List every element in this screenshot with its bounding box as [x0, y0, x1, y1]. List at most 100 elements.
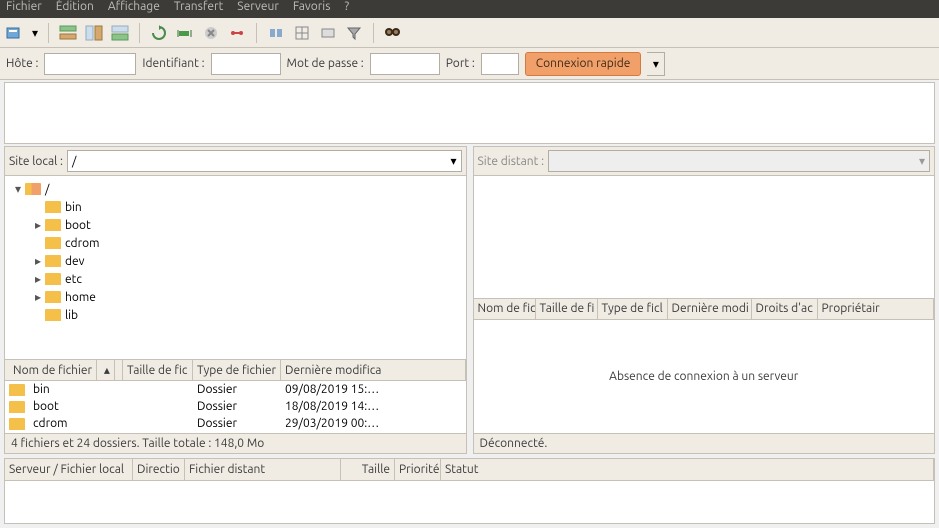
menu-file[interactable]: Fichier: [6, 0, 42, 13]
disconnect-icon[interactable]: [226, 22, 248, 44]
tree-item[interactable]: ▾/: [7, 180, 464, 198]
port-input[interactable]: [481, 53, 519, 75]
tree-label: dev: [65, 255, 85, 268]
tree-label: home: [65, 291, 96, 304]
remote-tree: [474, 176, 935, 298]
menubar: Fichier Édition Affichage Transfert Serv…: [0, 0, 939, 18]
filename: boot: [29, 400, 63, 413]
menu-bookmarks[interactable]: Favoris: [293, 0, 331, 13]
toggle-tree-icon[interactable]: [83, 22, 105, 44]
tree-label: bin: [65, 201, 82, 214]
toggle-log-icon[interactable]: [57, 22, 79, 44]
local-path-value: /: [72, 155, 76, 168]
toggle-queue-icon[interactable]: [109, 22, 131, 44]
site-manager-drop-icon[interactable]: ▾: [30, 22, 40, 44]
tree-label: cdrom: [65, 237, 99, 250]
transfer-queue: Serveur / Fichier local Directio Fichier…: [4, 458, 935, 524]
compare-icon[interactable]: [291, 22, 313, 44]
expand-icon[interactable]: ▸: [31, 254, 45, 268]
port-label: Port :: [446, 57, 475, 70]
tree-label: lib: [65, 309, 78, 322]
filename: cdrom: [29, 417, 71, 430]
remote-path-combo: ▾: [548, 150, 930, 172]
tree-item[interactable]: lib: [7, 306, 464, 324]
search-icon[interactable]: [382, 22, 404, 44]
filedate: 09/08/2019 15:…: [281, 383, 466, 396]
menu-edit[interactable]: Édition: [56, 0, 94, 13]
tree-label: /: [45, 183, 49, 196]
folder-icon: [9, 418, 25, 430]
reconnect-icon[interactable]: [265, 22, 287, 44]
menu-help[interactable]: ?: [344, 0, 349, 13]
col-filename[interactable]: Nom de fichier ▴: [5, 360, 123, 380]
tree-label: etc: [65, 273, 82, 286]
tree-item[interactable]: ▸ etc: [7, 270, 464, 288]
tree-item[interactable]: cdrom: [7, 234, 464, 252]
col-type[interactable]: Type de fichier: [193, 360, 281, 380]
col-size[interactable]: Taille de fi: [536, 299, 598, 319]
menu-server[interactable]: Serveur: [237, 0, 279, 13]
pass-input[interactable]: [370, 53, 440, 75]
col-size[interactable]: Taille: [341, 459, 395, 480]
list-item[interactable]: cdrom Dossier29/03/2019 00:…: [5, 415, 466, 432]
expand-icon[interactable]: ▸: [31, 218, 45, 232]
col-remote-file[interactable]: Fichier distant: [185, 459, 341, 480]
quickconnect-button[interactable]: Connexion rapide: [525, 52, 642, 76]
col-priority[interactable]: Priorité: [395, 459, 441, 480]
tree-item[interactable]: ▸ boot: [7, 216, 464, 234]
local-pane: Site local : / ▾ ▾/bin▸bootcdrom▸dev▸etc…: [4, 146, 467, 454]
list-item[interactable]: binDossier09/08/2019 15:…: [5, 381, 466, 398]
col-type[interactable]: Type de ficl: [598, 299, 668, 319]
cancel-icon[interactable]: [200, 22, 222, 44]
tree-label: boot: [65, 219, 91, 232]
tree-item[interactable]: bin: [7, 198, 464, 216]
col-direction[interactable]: Directio: [133, 459, 185, 480]
user-input[interactable]: [211, 53, 281, 75]
col-status[interactable]: Statut: [441, 459, 934, 480]
filename: bin: [29, 383, 54, 396]
local-path-combo[interactable]: / ▾: [67, 150, 462, 172]
col-modified[interactable]: Dernière modi: [668, 299, 752, 319]
col-modified[interactable]: Dernière modifica: [281, 360, 466, 380]
filter-icon[interactable]: [343, 22, 365, 44]
menu-transfer[interactable]: Transfert: [174, 0, 223, 13]
site-manager-icon[interactable]: [4, 22, 26, 44]
expand-icon[interactable]: ▸: [31, 290, 45, 304]
queue-body[interactable]: [5, 481, 934, 523]
filetype: Dossier: [193, 400, 281, 413]
sync-browse-icon[interactable]: [317, 22, 339, 44]
host-label: Hôte :: [6, 57, 38, 70]
expand-icon[interactable]: ▸: [31, 272, 45, 286]
host-input[interactable]: [44, 53, 136, 75]
filetype: Dossier: [193, 417, 281, 430]
tree-item[interactable]: ▸ home: [7, 288, 464, 306]
list-item[interactable]: bootDossier18/08/2019 14:…: [5, 398, 466, 415]
local-list[interactable]: binDossier09/08/2019 15:…bootDossier18/0…: [5, 381, 466, 433]
user-label: Identifiant :: [142, 57, 204, 70]
remote-pane: Site distant : ▾ Nom de fic Taille de fi…: [473, 146, 936, 454]
toolbar: ▾: [0, 18, 939, 48]
filedate: 29/03/2019 00:…: [281, 417, 466, 430]
menu-view[interactable]: Affichage: [108, 0, 160, 13]
process-queue-icon[interactable]: [174, 22, 196, 44]
expand-icon[interactable]: ▾: [11, 182, 25, 196]
folder-icon: [45, 291, 61, 303]
message-log[interactable]: [4, 82, 935, 144]
pass-label: Mot de passe :: [287, 57, 364, 70]
quickconnect-history-icon[interactable]: ▾: [647, 52, 665, 76]
tree-item[interactable]: ▸ dev: [7, 252, 464, 270]
col-size[interactable]: Taille de fic: [123, 360, 193, 380]
chevron-down-icon: ▾: [919, 154, 925, 168]
col-server[interactable]: Serveur / Fichier local: [5, 459, 133, 480]
refresh-icon[interactable]: [148, 22, 170, 44]
remote-site-label: Site distant :: [478, 155, 545, 168]
col-perms[interactable]: Droits d'ac: [752, 299, 818, 319]
folder-icon: [9, 401, 25, 413]
folder-icon: [9, 384, 25, 396]
folder-icon: [45, 201, 61, 213]
local-status: 4 fichiers et 24 dossiers. Taille totale…: [5, 433, 466, 453]
local-tree[interactable]: ▾/bin▸bootcdrom▸dev▸etc▸homelib: [5, 176, 466, 359]
col-filename[interactable]: Nom de fic: [474, 299, 536, 319]
folder-icon: [45, 273, 61, 285]
col-owner[interactable]: Propriétair: [818, 299, 935, 319]
